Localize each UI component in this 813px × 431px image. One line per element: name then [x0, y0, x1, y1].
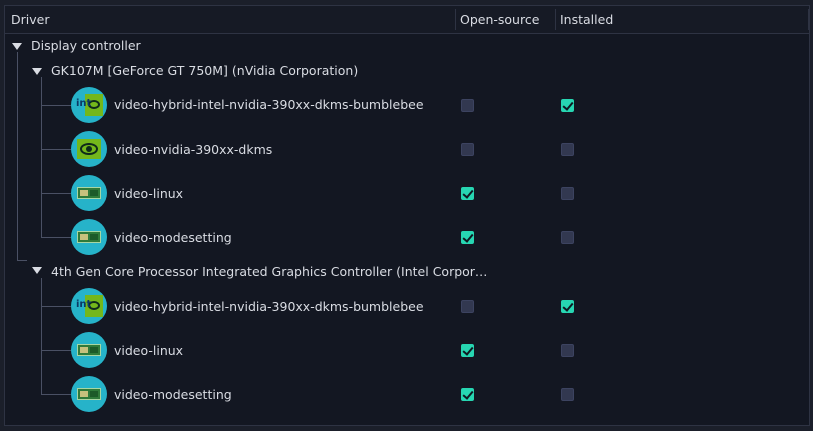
driver-name: video-hybrid-intel-nvidia-390xx-dkms-bum… — [114, 97, 424, 112]
driver-name: video-linux — [114, 186, 184, 201]
open-source-checkbox[interactable] — [461, 143, 474, 156]
category-label: Display controller — [31, 38, 141, 53]
column-separator — [808, 9, 809, 30]
driver-name: video-nvidia-390xx-dkms — [114, 142, 273, 157]
installed-checkbox[interactable] — [561, 344, 574, 357]
tree-guide-line — [17, 52, 18, 260]
column-separator[interactable] — [455, 9, 456, 30]
installed-checkbox[interactable] — [561, 388, 574, 401]
device-label: 4th Gen Core Processor Integrated Graphi… — [51, 264, 488, 279]
tree-guide-line — [41, 278, 42, 394]
column-driver[interactable]: Driver — [11, 6, 49, 33]
tree-guide-line — [41, 306, 71, 307]
tree-guide-line — [41, 237, 71, 238]
installed-checkbox[interactable] — [561, 187, 574, 200]
open-source-checkbox[interactable] — [461, 99, 474, 112]
driver-name: video-hybrid-intel-nvidia-390xx-dkms-bum… — [114, 299, 424, 314]
column-separator[interactable] — [555, 9, 556, 30]
tree-guide-line — [41, 149, 71, 150]
open-source-checkbox[interactable] — [461, 187, 474, 200]
installed-checkbox[interactable] — [561, 99, 574, 112]
open-source-checkbox[interactable] — [461, 344, 474, 357]
graphics-card-icon — [71, 175, 107, 211]
graphics-card-icon — [71, 332, 107, 368]
open-source-checkbox[interactable] — [461, 388, 474, 401]
intel-nvidia-hybrid-icon: int — [71, 288, 107, 324]
tree-guide-line — [41, 394, 71, 395]
graphics-card-icon — [71, 219, 107, 255]
nvidia-icon — [71, 131, 107, 167]
intel-nvidia-hybrid-icon: int — [71, 87, 107, 123]
tree-guide-line — [41, 77, 42, 237]
open-source-checkbox[interactable] — [461, 231, 474, 244]
open-source-checkbox[interactable] — [461, 300, 474, 313]
device-label: GK107M [GeForce GT 750M] (nVidia Corpora… — [51, 63, 359, 78]
tree-guide-line — [41, 105, 71, 106]
column-open-source[interactable]: Open-source — [460, 6, 539, 33]
installed-checkbox[interactable] — [561, 231, 574, 244]
tree-guide-line — [41, 350, 71, 351]
driver-name: video-modesetting — [114, 387, 232, 402]
tree-guide-line — [41, 193, 71, 194]
installed-checkbox[interactable] — [561, 300, 574, 313]
driver-name: video-linux — [114, 343, 184, 358]
expand-arrow-icon[interactable] — [32, 68, 42, 75]
column-header: Driver Open-source Installed — [5, 6, 809, 34]
expand-arrow-icon[interactable] — [12, 43, 22, 50]
tree-guide-line — [17, 260, 27, 261]
driver-tree-view: Driver Open-source Installed Display con… — [4, 5, 810, 426]
graphics-card-icon — [71, 376, 107, 412]
expand-arrow-icon[interactable] — [32, 267, 42, 274]
column-installed[interactable]: Installed — [560, 6, 613, 33]
installed-checkbox[interactable] — [561, 143, 574, 156]
driver-name: video-modesetting — [114, 230, 232, 245]
